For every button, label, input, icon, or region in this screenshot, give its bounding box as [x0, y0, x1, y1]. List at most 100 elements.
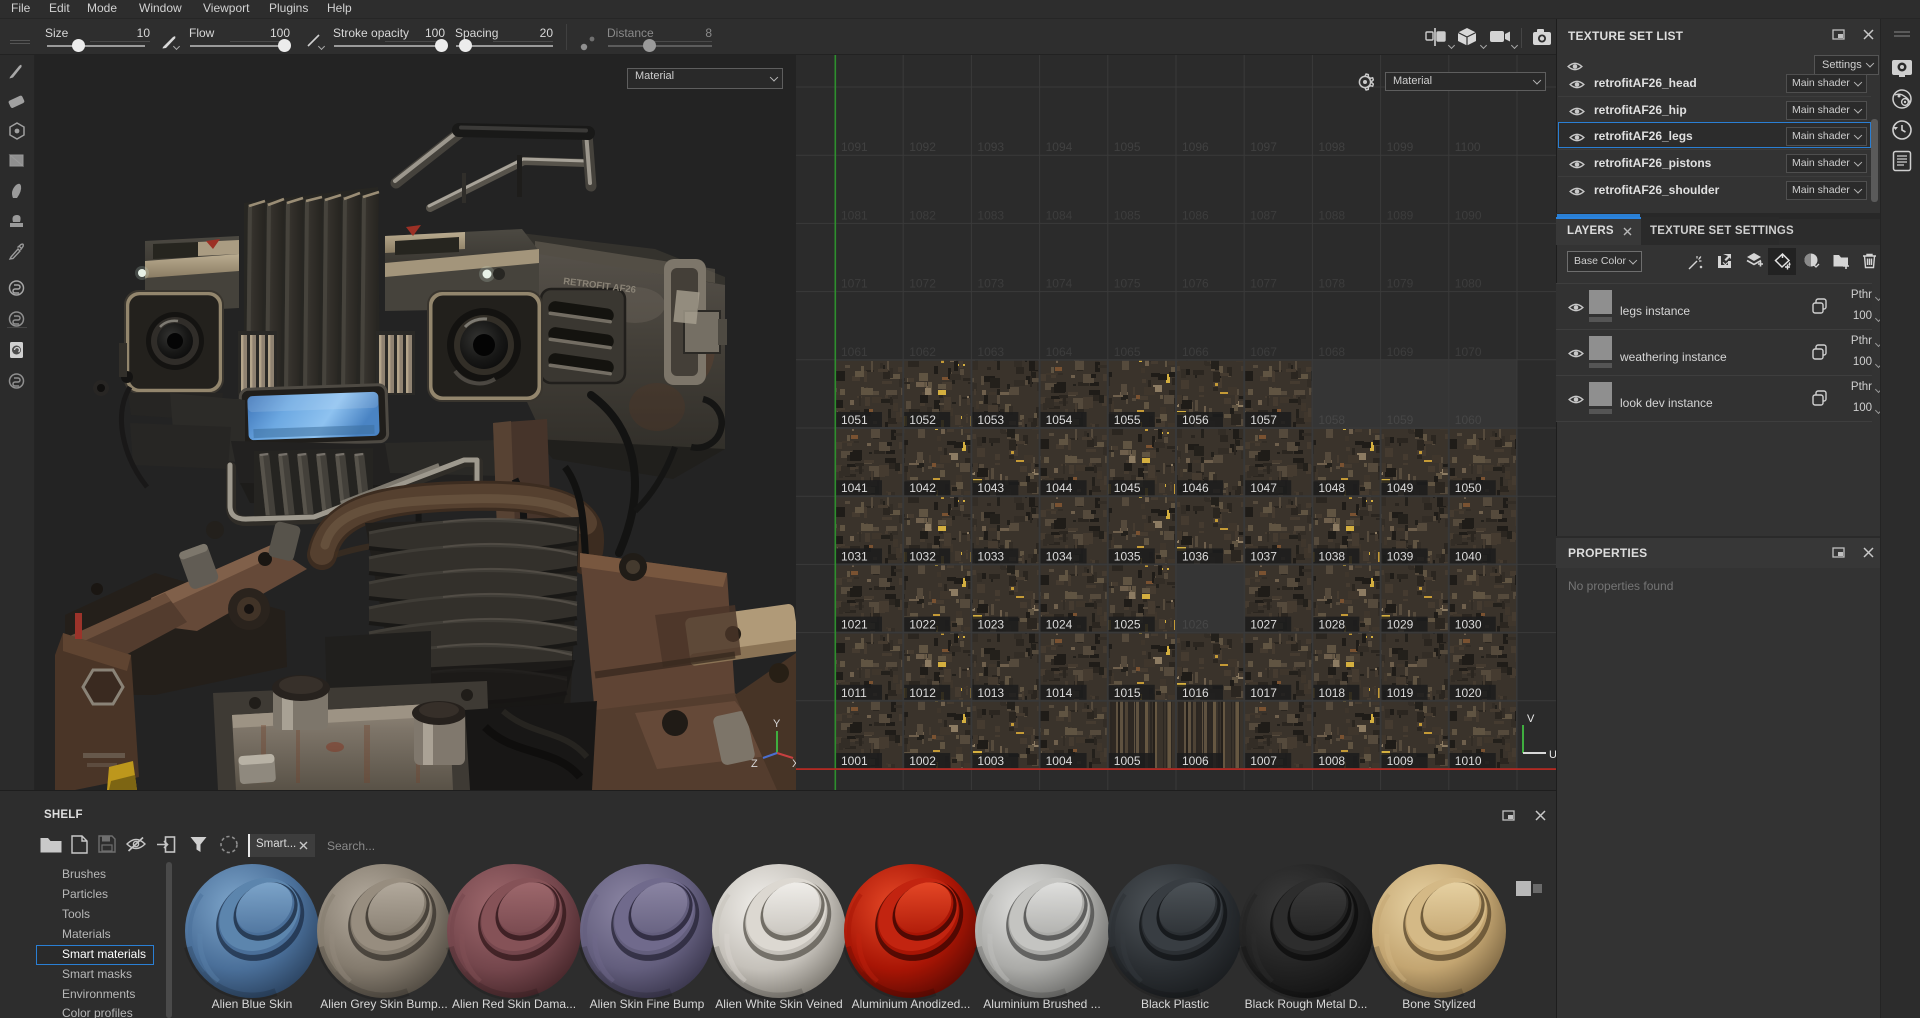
svg-text:1008: 1008 [1318, 754, 1345, 768]
svg-text:1081: 1081 [841, 208, 868, 222]
svg-text:1096: 1096 [1182, 140, 1209, 154]
svg-text:1083: 1083 [977, 208, 1004, 222]
svg-text:1050: 1050 [1455, 481, 1482, 495]
svg-text:1027: 1027 [1250, 618, 1277, 632]
svg-text:1060: 1060 [1455, 413, 1482, 427]
svg-text:U: U [1549, 749, 1556, 761]
svg-text:1032: 1032 [909, 549, 936, 563]
svg-text:1074: 1074 [1046, 277, 1073, 291]
svg-text:1048: 1048 [1318, 481, 1345, 495]
svg-text:1040: 1040 [1455, 549, 1482, 563]
svg-text:1088: 1088 [1318, 208, 1345, 222]
svg-text:1005: 1005 [1114, 754, 1141, 768]
svg-text:1092: 1092 [909, 140, 936, 154]
svg-text:1009: 1009 [1387, 754, 1414, 768]
svg-text:1059: 1059 [1387, 413, 1414, 427]
svg-text:1084: 1084 [1046, 208, 1073, 222]
svg-text:1017: 1017 [1250, 686, 1277, 700]
svg-text:1082: 1082 [909, 208, 936, 222]
svg-text:1062: 1062 [909, 345, 936, 359]
svg-text:1055: 1055 [1114, 413, 1141, 427]
svg-text:1080: 1080 [1455, 277, 1482, 291]
svg-text:1056: 1056 [1182, 413, 1209, 427]
svg-text:1014: 1014 [1046, 686, 1073, 700]
svg-text:1035: 1035 [1114, 549, 1141, 563]
svg-text:1039: 1039 [1387, 549, 1414, 563]
svg-text:1087: 1087 [1250, 208, 1277, 222]
svg-text:1015: 1015 [1114, 686, 1141, 700]
svg-text:1037: 1037 [1250, 549, 1277, 563]
svg-text:1093: 1093 [977, 140, 1004, 154]
svg-text:1011: 1011 [841, 686, 867, 700]
svg-text:1070: 1070 [1455, 345, 1482, 359]
svg-text:1085: 1085 [1114, 208, 1141, 222]
svg-text:1052: 1052 [909, 413, 936, 427]
svg-text:1075: 1075 [1114, 277, 1141, 291]
svg-text:V: V [1527, 713, 1535, 725]
svg-text:1036: 1036 [1182, 549, 1209, 563]
svg-text:1098: 1098 [1318, 140, 1345, 154]
svg-text:1099: 1099 [1387, 140, 1414, 154]
svg-text:1044: 1044 [1046, 481, 1073, 495]
svg-text:1042: 1042 [909, 481, 936, 495]
svg-text:1069: 1069 [1387, 345, 1414, 359]
svg-text:1057: 1057 [1250, 413, 1277, 427]
svg-text:1064: 1064 [1046, 345, 1073, 359]
svg-text:1001: 1001 [841, 754, 868, 768]
svg-text:1004: 1004 [1046, 754, 1073, 768]
svg-text:1086: 1086 [1182, 208, 1209, 222]
svg-text:1006: 1006 [1182, 754, 1209, 768]
svg-text:1063: 1063 [977, 345, 1004, 359]
svg-text:1058: 1058 [1318, 413, 1345, 427]
svg-text:1076: 1076 [1182, 277, 1209, 291]
svg-text:1095: 1095 [1114, 140, 1141, 154]
svg-text:1078: 1078 [1318, 277, 1345, 291]
svg-text:1051: 1051 [841, 413, 868, 427]
svg-text:1047: 1047 [1250, 481, 1277, 495]
svg-text:1071: 1071 [841, 277, 868, 291]
svg-text:1022: 1022 [909, 618, 936, 632]
svg-text:1024: 1024 [1046, 618, 1073, 632]
svg-text:1007: 1007 [1250, 754, 1277, 768]
svg-text:1028: 1028 [1318, 618, 1345, 632]
svg-text:1067: 1067 [1250, 345, 1277, 359]
svg-text:1066: 1066 [1182, 345, 1209, 359]
svg-text:1054: 1054 [1046, 413, 1073, 427]
svg-text:1002: 1002 [909, 754, 936, 768]
svg-text:1068: 1068 [1318, 345, 1345, 359]
svg-text:1038: 1038 [1318, 549, 1345, 563]
svg-text:Z: Z [751, 758, 758, 770]
svg-text:1033: 1033 [977, 549, 1004, 563]
svg-text:1045: 1045 [1114, 481, 1141, 495]
svg-text:1034: 1034 [1046, 549, 1073, 563]
svg-text:1100: 1100 [1455, 140, 1481, 154]
svg-text:1077: 1077 [1250, 277, 1277, 291]
svg-text:1030: 1030 [1455, 618, 1482, 632]
svg-text:1091: 1091 [841, 140, 868, 154]
svg-text:1003: 1003 [977, 754, 1004, 768]
svg-text:1041: 1041 [841, 481, 868, 495]
svg-text:1094: 1094 [1046, 140, 1073, 154]
svg-text:1049: 1049 [1387, 481, 1414, 495]
svg-text:1026: 1026 [1182, 618, 1209, 632]
svg-text:1053: 1053 [977, 413, 1004, 427]
svg-text:1079: 1079 [1387, 277, 1414, 291]
svg-text:1097: 1097 [1250, 140, 1277, 154]
svg-text:1061: 1061 [841, 345, 868, 359]
svg-text:1090: 1090 [1455, 208, 1482, 222]
svg-text:1065: 1065 [1114, 345, 1141, 359]
svg-text:1018: 1018 [1318, 686, 1345, 700]
svg-text:1013: 1013 [977, 686, 1004, 700]
svg-text:1010: 1010 [1455, 754, 1482, 768]
svg-text:1012: 1012 [909, 686, 936, 700]
svg-text:1016: 1016 [1182, 686, 1209, 700]
svg-text:1021: 1021 [841, 618, 868, 632]
svg-text:1073: 1073 [977, 277, 1004, 291]
svg-text:1072: 1072 [909, 277, 936, 291]
svg-text:1023: 1023 [977, 618, 1004, 632]
svg-text:1043: 1043 [977, 481, 1004, 495]
svg-text:1029: 1029 [1387, 618, 1414, 632]
svg-text:1089: 1089 [1387, 208, 1414, 222]
svg-text:1046: 1046 [1182, 481, 1209, 495]
svg-text:Y: Y [773, 718, 781, 730]
